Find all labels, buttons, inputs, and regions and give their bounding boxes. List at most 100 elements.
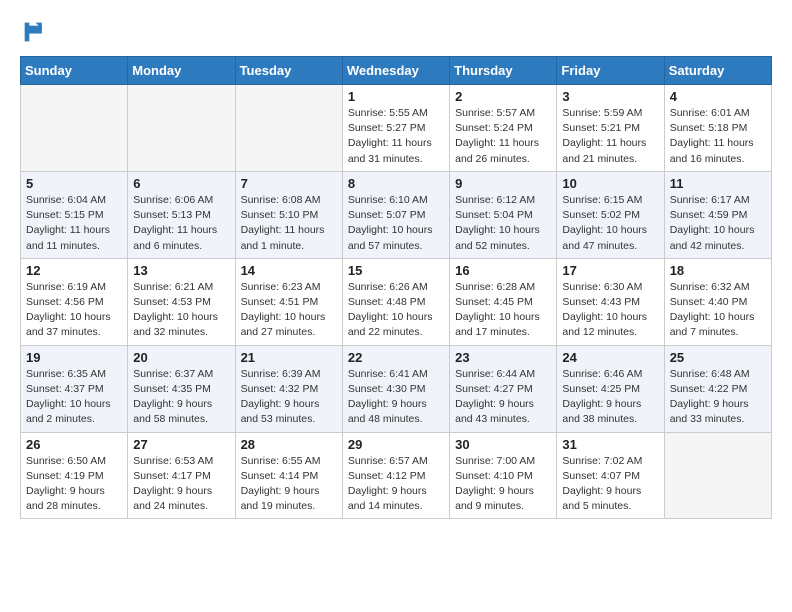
- calendar-cell: [235, 85, 342, 172]
- logo-icon: [20, 18, 48, 46]
- day-info: Sunrise: 6:39 AM Sunset: 4:32 PM Dayligh…: [241, 367, 337, 428]
- calendar-cell: 23 Sunrise: 6:44 AM Sunset: 4:27 PM Dayli…: [450, 345, 557, 432]
- col-header-tuesday: Tuesday: [235, 57, 342, 85]
- day-number: 12: [26, 263, 122, 278]
- calendar-week-row: 1 Sunrise: 5:55 AM Sunset: 5:27 PM Daylig…: [21, 85, 772, 172]
- day-info: Sunrise: 6:41 AM Sunset: 4:30 PM Dayligh…: [348, 367, 444, 428]
- day-number: 26: [26, 437, 122, 452]
- day-info: Sunrise: 5:55 AM Sunset: 5:27 PM Dayligh…: [348, 106, 444, 167]
- day-info: Sunrise: 6:55 AM Sunset: 4:14 PM Dayligh…: [241, 454, 337, 515]
- day-info: Sunrise: 6:44 AM Sunset: 4:27 PM Dayligh…: [455, 367, 551, 428]
- calendar-table: SundayMondayTuesdayWednesdayThursdayFrid…: [20, 56, 772, 519]
- col-header-saturday: Saturday: [664, 57, 771, 85]
- day-number: 15: [348, 263, 444, 278]
- calendar-cell: [21, 85, 128, 172]
- calendar-cell: 29 Sunrise: 6:57 AM Sunset: 4:12 PM Dayli…: [342, 432, 449, 519]
- header: [20, 18, 772, 46]
- calendar-cell: 6 Sunrise: 6:06 AM Sunset: 5:13 PM Daylig…: [128, 171, 235, 258]
- calendar-cell: 30Sunrise: 7:00 AM Sunset: 4:10 PM Dayli…: [450, 432, 557, 519]
- day-info: Sunrise: 7:02 AM Sunset: 4:07 PM Dayligh…: [562, 454, 658, 515]
- day-number: 20: [133, 350, 229, 365]
- calendar-cell: 20 Sunrise: 6:37 AM Sunset: 4:35 PM Dayli…: [128, 345, 235, 432]
- col-header-wednesday: Wednesday: [342, 57, 449, 85]
- day-number: 7: [241, 176, 337, 191]
- day-info: Sunrise: 6:28 AM Sunset: 4:45 PM Dayligh…: [455, 280, 551, 341]
- day-number: 16: [455, 263, 551, 278]
- calendar-cell: [664, 432, 771, 519]
- day-info: Sunrise: 6:37 AM Sunset: 4:35 PM Dayligh…: [133, 367, 229, 428]
- calendar-cell: 16 Sunrise: 6:28 AM Sunset: 4:45 PM Dayli…: [450, 258, 557, 345]
- calendar-cell: 4 Sunrise: 6:01 AM Sunset: 5:18 PM Daylig…: [664, 85, 771, 172]
- calendar-cell: 13Sunrise: 6:21 AM Sunset: 4:53 PM Dayli…: [128, 258, 235, 345]
- calendar-cell: 15 Sunrise: 6:26 AM Sunset: 4:48 PM Dayli…: [342, 258, 449, 345]
- day-number: 22: [348, 350, 444, 365]
- calendar-cell: 9Sunrise: 6:12 AM Sunset: 5:04 PM Daylig…: [450, 171, 557, 258]
- day-info: Sunrise: 6:26 AM Sunset: 4:48 PM Dayligh…: [348, 280, 444, 341]
- day-info: Sunrise: 6:10 AM Sunset: 5:07 PM Dayligh…: [348, 193, 444, 254]
- calendar-cell: 12Sunrise: 6:19 AM Sunset: 4:56 PM Dayli…: [21, 258, 128, 345]
- page: SundayMondayTuesdayWednesdayThursdayFrid…: [0, 0, 792, 537]
- day-info: Sunrise: 6:50 AM Sunset: 4:19 PM Dayligh…: [26, 454, 122, 515]
- day-info: Sunrise: 6:21 AM Sunset: 4:53 PM Dayligh…: [133, 280, 229, 341]
- calendar-cell: 10 Sunrise: 6:15 AM Sunset: 5:02 PM Dayli…: [557, 171, 664, 258]
- day-number: 21: [241, 350, 337, 365]
- calendar-week-row: 12Sunrise: 6:19 AM Sunset: 4:56 PM Dayli…: [21, 258, 772, 345]
- day-number: 10: [562, 176, 658, 191]
- day-number: 29: [348, 437, 444, 452]
- day-number: 27: [133, 437, 229, 452]
- day-number: 24: [562, 350, 658, 365]
- day-number: 11: [670, 176, 766, 191]
- calendar-cell: 24 Sunrise: 6:46 AM Sunset: 4:25 PM Dayli…: [557, 345, 664, 432]
- calendar-week-row: 19Sunrise: 6:35 AM Sunset: 4:37 PM Dayli…: [21, 345, 772, 432]
- calendar-cell: 21 Sunrise: 6:39 AM Sunset: 4:32 PM Dayli…: [235, 345, 342, 432]
- day-number: 2: [455, 89, 551, 104]
- calendar-cell: 7 Sunrise: 6:08 AM Sunset: 5:10 PM Daylig…: [235, 171, 342, 258]
- calendar-cell: 5Sunrise: 6:04 AM Sunset: 5:15 PM Daylig…: [21, 171, 128, 258]
- day-info: Sunrise: 6:08 AM Sunset: 5:10 PM Dayligh…: [241, 193, 337, 254]
- calendar-week-row: 5Sunrise: 6:04 AM Sunset: 5:15 PM Daylig…: [21, 171, 772, 258]
- calendar-cell: 22 Sunrise: 6:41 AM Sunset: 4:30 PM Dayli…: [342, 345, 449, 432]
- calendar-cell: 1 Sunrise: 5:55 AM Sunset: 5:27 PM Daylig…: [342, 85, 449, 172]
- day-number: 17: [562, 263, 658, 278]
- day-info: Sunrise: 6:46 AM Sunset: 4:25 PM Dayligh…: [562, 367, 658, 428]
- calendar-cell: 2Sunrise: 5:57 AM Sunset: 5:24 PM Daylig…: [450, 85, 557, 172]
- day-number: 4: [670, 89, 766, 104]
- col-header-sunday: Sunday: [21, 57, 128, 85]
- day-number: 3: [562, 89, 658, 104]
- day-info: Sunrise: 6:15 AM Sunset: 5:02 PM Dayligh…: [562, 193, 658, 254]
- col-header-monday: Monday: [128, 57, 235, 85]
- day-number: 5: [26, 176, 122, 191]
- calendar-cell: 14 Sunrise: 6:23 AM Sunset: 4:51 PM Dayli…: [235, 258, 342, 345]
- day-number: 1: [348, 89, 444, 104]
- calendar-cell: 8 Sunrise: 6:10 AM Sunset: 5:07 PM Daylig…: [342, 171, 449, 258]
- day-info: Sunrise: 6:01 AM Sunset: 5:18 PM Dayligh…: [670, 106, 766, 167]
- calendar-cell: 17 Sunrise: 6:30 AM Sunset: 4:43 PM Dayli…: [557, 258, 664, 345]
- calendar-cell: 27 Sunrise: 6:53 AM Sunset: 4:17 PM Dayli…: [128, 432, 235, 519]
- day-info: Sunrise: 6:30 AM Sunset: 4:43 PM Dayligh…: [562, 280, 658, 341]
- day-info: Sunrise: 6:48 AM Sunset: 4:22 PM Dayligh…: [670, 367, 766, 428]
- calendar-cell: 25 Sunrise: 6:48 AM Sunset: 4:22 PM Dayli…: [664, 345, 771, 432]
- day-number: 23: [455, 350, 551, 365]
- day-info: Sunrise: 6:06 AM Sunset: 5:13 PM Dayligh…: [133, 193, 229, 254]
- calendar-cell: 11Sunrise: 6:17 AM Sunset: 4:59 PM Dayli…: [664, 171, 771, 258]
- calendar-cell: 19Sunrise: 6:35 AM Sunset: 4:37 PM Dayli…: [21, 345, 128, 432]
- calendar-cell: 18 Sunrise: 6:32 AM Sunset: 4:40 PM Dayli…: [664, 258, 771, 345]
- day-info: Sunrise: 6:32 AM Sunset: 4:40 PM Dayligh…: [670, 280, 766, 341]
- day-info: Sunrise: 6:57 AM Sunset: 4:12 PM Dayligh…: [348, 454, 444, 515]
- day-info: Sunrise: 5:59 AM Sunset: 5:21 PM Dayligh…: [562, 106, 658, 167]
- day-info: Sunrise: 6:53 AM Sunset: 4:17 PM Dayligh…: [133, 454, 229, 515]
- day-number: 8: [348, 176, 444, 191]
- col-header-friday: Friday: [557, 57, 664, 85]
- day-number: 14: [241, 263, 337, 278]
- logo: [20, 18, 52, 46]
- day-info: Sunrise: 6:23 AM Sunset: 4:51 PM Dayligh…: [241, 280, 337, 341]
- calendar-cell: 28 Sunrise: 6:55 AM Sunset: 4:14 PM Dayli…: [235, 432, 342, 519]
- calendar-cell: [128, 85, 235, 172]
- day-number: 28: [241, 437, 337, 452]
- day-number: 19: [26, 350, 122, 365]
- day-number: 6: [133, 176, 229, 191]
- calendar-week-row: 26 Sunrise: 6:50 AM Sunset: 4:19 PM Dayli…: [21, 432, 772, 519]
- calendar-cell: 26 Sunrise: 6:50 AM Sunset: 4:19 PM Dayli…: [21, 432, 128, 519]
- day-number: 18: [670, 263, 766, 278]
- day-number: 25: [670, 350, 766, 365]
